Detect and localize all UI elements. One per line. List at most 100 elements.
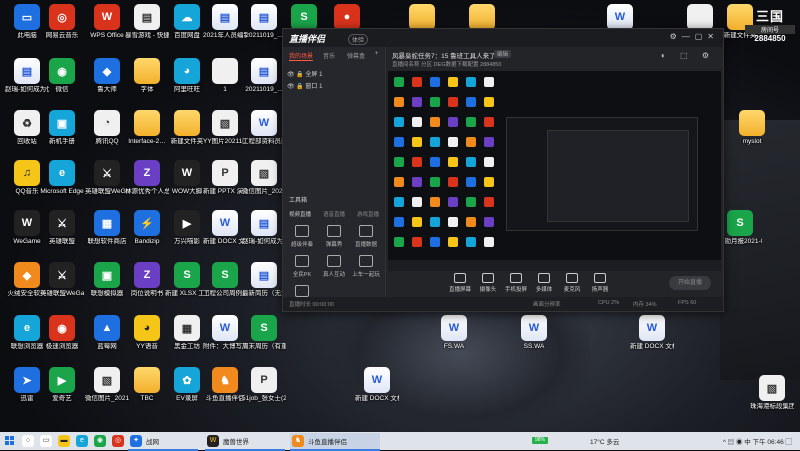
desktop-icon[interactable]: W SS.WA: [512, 315, 556, 365]
desktop-icon[interactable]: P 51job_张女士(243409…: [242, 367, 286, 417]
desktop-icon[interactable]: ⚔ 英雄联盟WeGame版: [85, 160, 129, 210]
tool-item[interactable]: 真人互动: [319, 255, 349, 278]
tool-tab[interactable]: 视频直播: [289, 210, 311, 218]
document-icon: ▤: [212, 4, 238, 30]
tool-item[interactable]: 弹幕秀: [319, 225, 349, 248]
desktop-icon[interactable]: ▤ 20211019_...: [242, 58, 286, 108]
desktop-icon[interactable]: ▧ 珠海港标段集团有限公司: [750, 375, 794, 425]
desktop-icon[interactable]: W 工程部资料员简历: [242, 110, 286, 160]
clock[interactable]: 下午 06:46: [753, 439, 784, 446]
desktop-icon[interactable]: ▧ 微信图片_2021081…: [85, 367, 129, 417]
search-icon[interactable]: ○: [22, 435, 34, 447]
file-explorer-icon[interactable]: ▬: [58, 435, 70, 447]
desktop-icon[interactable]: ⚡ Bandizip: [125, 210, 169, 260]
window-titlebar[interactable]: 直播伴侣 体验 ⚙—▢✕: [283, 29, 723, 47]
room-title[interactable]: 风暴枭蛇任务7：15 鲁班工具人来了: [392, 50, 496, 60]
desktop-icon[interactable]: ▦ 联想软件商店: [85, 210, 129, 260]
desktop-icon[interactable]: S 工程公司周例会参加人员名…: [203, 262, 247, 312]
control-button[interactable]: 手机投屏: [502, 273, 530, 293]
tab-scenes[interactable]: 我的场景: [289, 51, 314, 61]
tray-icons[interactable]: ^ ▤ ◉ 中: [723, 439, 753, 446]
desktop-icon[interactable]: TBC: [125, 367, 169, 417]
add-scene-icon[interactable]: +: [375, 51, 379, 57]
start-live-button[interactable]: 开始直播: [669, 276, 711, 290]
desktop-icon[interactable]: ▲ 蓝莓网: [85, 315, 129, 365]
weather-widget[interactable]: 17°C 多云: [590, 436, 619, 446]
edge-icon[interactable]: e: [76, 435, 88, 447]
folder-icon: [134, 58, 160, 84]
header-icons[interactable]: ◐ ⬚ ⚙: [661, 51, 715, 60]
control-button[interactable]: 摄像头: [474, 273, 502, 293]
control-label: 麦克风: [563, 287, 581, 293]
desktop-icon[interactable]: S 周末周历（有重点会议记录…: [242, 315, 286, 365]
desktop-icon[interactable]: ▤ 最新简历（无金名可用版）: [242, 262, 286, 312]
battery-indicator[interactable]: 98%: [532, 437, 548, 444]
edit-room-chip[interactable]: 编辑: [494, 50, 512, 58]
desktop-icon[interactable]: S 重勘月报2021-09: [718, 210, 762, 260]
task-view-icon[interactable]: ▭: [40, 435, 52, 447]
desktop-icon[interactable]: ▤ 2021年人员编制计划审核单: [203, 4, 247, 54]
wechat-icon[interactable]: ◉: [94, 435, 106, 447]
tool-item[interactable]: 直播数据: [351, 225, 381, 248]
desktop-icon[interactable]: ▤ 暴雪游戏 - 快捷方式: [125, 4, 169, 54]
window-controls[interactable]: ⚙—▢✕: [670, 32, 719, 41]
tab-danmaku[interactable]: 弹幕盒: [347, 51, 365, 60]
tool-tab[interactable]: 语音直播: [323, 210, 345, 218]
stream-preview[interactable]: [388, 71, 721, 271]
desktop-icon[interactable]: ▣ 新机手册: [40, 110, 84, 160]
desktop-icon[interactable]: Z 岗位说明书: [125, 262, 169, 312]
desktop-icon[interactable]: W WPS Office: [85, 4, 129, 54]
desktop-icon[interactable]: ◎ 网易云音乐: [40, 4, 84, 54]
scene-item[interactable]: 👁 🔒 窗口 1: [287, 81, 322, 90]
desktop-icon[interactable]: ▤ 赵瑞-如何成为优秀的…: [242, 210, 286, 260]
scene-item[interactable]: 👁 🔒 全屏 1: [287, 69, 322, 78]
browser-icon[interactable]: ◎: [112, 435, 124, 447]
taskbar-app-douyu[interactable]: ♞ 斗鱼直播伴侣: [290, 433, 380, 451]
tool-item[interactable]: 超级伴奏: [287, 225, 317, 248]
tab-music[interactable]: 音乐: [323, 51, 335, 60]
desktop-icon[interactable]: ♞ 斗鱼直播伴侣: [203, 367, 247, 417]
desktop-icon[interactable]: ◆ 鲁大师: [85, 58, 129, 108]
control-label: 摄像头: [479, 287, 497, 293]
control-button[interactable]: 麦克风: [558, 273, 586, 293]
desktop-icon[interactable]: 1: [203, 58, 247, 108]
desktop-icon[interactable]: W 新建 DOCX 文档 (3): [630, 315, 674, 365]
desktop-icon[interactable]: ◉ 极速浏览器: [40, 315, 84, 365]
control-button[interactable]: 多媒体: [530, 273, 558, 293]
control-button[interactable]: 直播屏幕: [446, 273, 474, 293]
desktop-icon[interactable]: myslot: [730, 110, 774, 160]
desktop-icon[interactable]: ◕ YY语音: [125, 315, 169, 365]
desktop-icon-label: 1: [223, 86, 227, 93]
preview-icon: [412, 217, 422, 227]
control-button[interactable]: 扬声器: [586, 273, 614, 293]
desktop-icon[interactable]: Interface-2…: [125, 110, 169, 160]
taskbar-app-wow[interactable]: W 魔兽世界: [205, 433, 285, 451]
tool-item[interactable]: 上车一起玩: [351, 255, 381, 278]
desktop-icon[interactable]: ▧ YY图片20211017…: [203, 110, 247, 160]
tool-tab[interactable]: 游戏直播: [357, 210, 379, 218]
desktop-icon[interactable]: W 附件：大博写施工图完成…: [203, 315, 247, 365]
media-icon: [538, 273, 550, 283]
desktop-icon[interactable]: ⚔ 英雄联盟WeGame版: [40, 262, 84, 312]
desktop-icon[interactable]: W FS.WA: [432, 315, 476, 365]
system-tray[interactable]: ^ ▤ ◉ 中 下午 06:46 ▢: [723, 436, 792, 446]
desktop-icon[interactable]: W 新建 DOCX 文档 (4): [355, 367, 399, 417]
desktop-icon[interactable]: ▤ 20211019_...: [242, 4, 286, 54]
taskbar-app-battlenet[interactable]: ✦ 战网: [128, 433, 198, 451]
desktop-icon[interactable]: ⚔ 英雄联盟: [40, 210, 84, 260]
desktop-icon[interactable]: 字体: [125, 58, 169, 108]
desktop-icon[interactable]: W 新建 DOCX 文档 (2): [203, 210, 247, 260]
desktop-icon[interactable]: ▶ 爱奇艺: [40, 367, 84, 417]
tool-icon: ▦: [174, 315, 200, 341]
desktop-icon[interactable]: ◉ 微信: [40, 58, 84, 108]
desktop-icon[interactable]: ◔ 腾讯QQ: [85, 110, 129, 160]
desktop-icon[interactable]: P 新建 PPTX 演示文稿: [203, 160, 247, 210]
desktop-icon[interactable]: Z 林源优秀个人总结: [125, 160, 169, 210]
desktop-icon[interactable]: ▧ 微信图片_2021110…: [242, 160, 286, 210]
desktop-icon[interactable]: e Microsoft Edge: [40, 160, 84, 210]
notification-icon[interactable]: ▢: [786, 439, 793, 446]
left-tabs: 我的场景 音乐 弹幕盒 +: [283, 49, 385, 63]
start-button[interactable]: [5, 436, 14, 445]
tool-item[interactable]: 全民PK: [287, 255, 317, 278]
desktop-icon[interactable]: ▣ 联想模拟器: [85, 262, 129, 312]
